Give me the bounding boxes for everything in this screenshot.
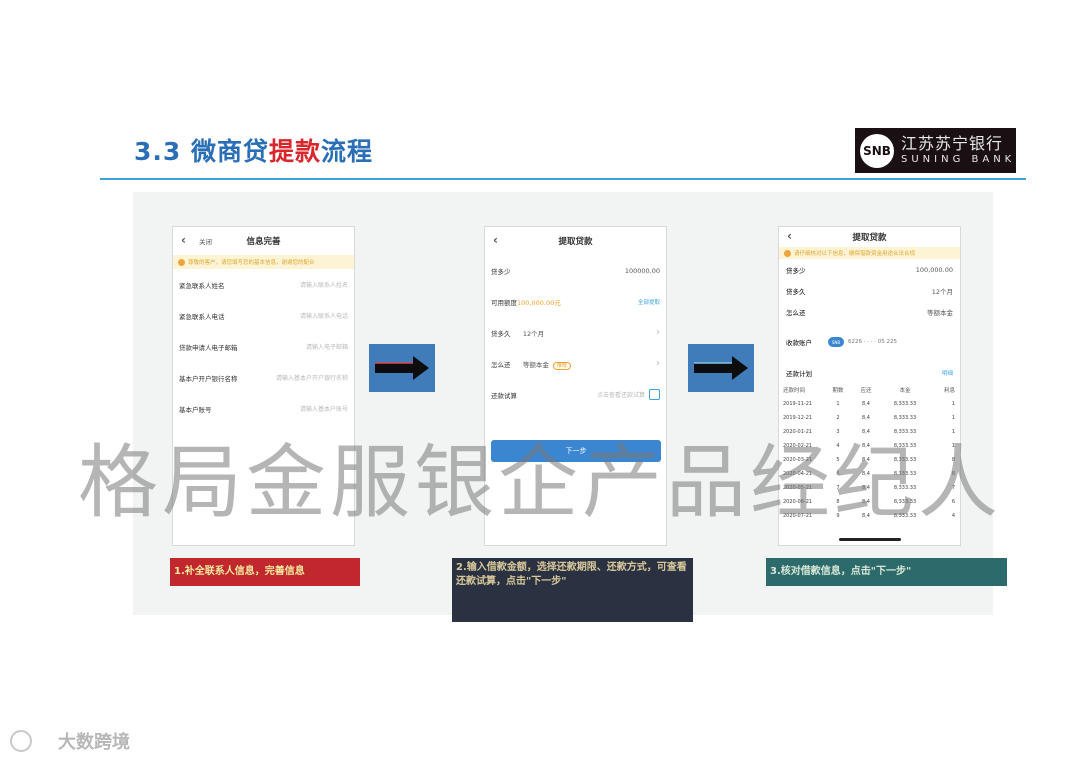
footer-brand: 大数跨境 <box>10 728 130 754</box>
term-row[interactable]: 贷多久 12个月 › <box>485 317 666 348</box>
back-icon[interactable]: ‹ <box>493 233 498 247</box>
bank-logo-icon: SNB <box>860 133 894 168</box>
field-label: 贷多久 <box>491 329 511 338</box>
withdraw-all-link[interactable]: 全部提取 <box>638 298 660 306</box>
account-row[interactable]: 收款账户 SNB 6226 · · · · 05 225 <box>779 322 960 362</box>
summary-row: 怎么还 等额本金 <box>779 301 960 322</box>
recommend-badge: 推荐 <box>552 361 571 370</box>
summary-row: 贷多久 12个月 <box>779 280 960 301</box>
title-part-highlight: 提款 <box>269 137 322 166</box>
field-label: 可用额度 <box>491 298 517 307</box>
screen-title: 提取贷款 <box>558 237 593 247</box>
close-button[interactable]: 关闭 <box>199 236 212 246</box>
field-label: 还款试算 <box>491 391 517 400</box>
form-row[interactable]: 基本户开户银行名称 请输入基本户开户银行名称 <box>173 362 354 393</box>
schedule-cell: 1 <box>836 401 840 407</box>
schedule-row: 2019-11-21 1 8,4 8,333.33 1 <box>779 397 960 411</box>
home-indicator <box>839 538 901 541</box>
schedule-cell: 2019-11-21 <box>783 401 813 407</box>
account-number: 6226 · · · · 05 225 <box>848 339 897 345</box>
field-input[interactable]: 请输入基本户开户银行名称 <box>276 373 348 382</box>
column-header: 还款时间 <box>783 388 806 394</box>
bank-logo: SNB 江苏苏宁银行 SUNING BANK <box>855 128 1016 173</box>
trial-calc-row[interactable]: 还款试算 点击查看还款试算 <box>485 379 666 410</box>
column-header: 期数 <box>832 388 844 394</box>
title-part-product: 微商贷 <box>191 137 270 166</box>
bank-name-en: SUNING BANK <box>901 154 1016 165</box>
form-row[interactable]: 紧急联系人电话 请输入联系人电话 <box>173 300 354 331</box>
chevron-right-icon: › <box>656 358 660 369</box>
field-label: 贷款申请人电子邮箱 <box>179 343 238 352</box>
field-label: 贷多少 <box>786 266 806 275</box>
field-label: 贷多少 <box>491 267 511 276</box>
arrow-right-icon <box>694 356 748 380</box>
notice-text: 请仔细核对以下信息，确保借款资金用途合法合规 <box>794 251 916 257</box>
amount-input[interactable]: 100000.00 <box>625 267 660 275</box>
step-caption-2: 2.输入借款金额，选择还款期限、还款方式，可查看还款试算，点击"下一步" <box>452 558 693 622</box>
back-icon[interactable]: ‹ <box>181 233 186 247</box>
notice-bar: 尊敬的客户，请您填写您的基本信息，谢谢您的配合 <box>173 255 354 269</box>
arrow-right-icon <box>375 356 429 380</box>
repay-method-row[interactable]: 怎么还 等额本金 推荐 › <box>485 348 666 379</box>
screen-title: 提取贷款 <box>852 233 887 243</box>
step-caption-1: 1.补全联系人信息，完善信息 <box>170 558 360 586</box>
screen-title: 信息完善 <box>246 237 281 247</box>
info-icon <box>784 249 791 257</box>
field-label: 紧急联系人电话 <box>179 312 225 321</box>
field-input[interactable]: 请输入电子邮箱 <box>306 342 348 351</box>
schedule-cell: 1 <box>951 401 955 407</box>
field-label: 收款账户 <box>786 339 812 347</box>
field-label: 紧急联系人姓名 <box>179 281 225 290</box>
amount-row[interactable]: 贷多少 100000.00 <box>485 255 666 286</box>
column-header: 利息 <box>943 388 955 394</box>
repay-method-value: 等额本金 <box>522 360 549 369</box>
calculator-icon[interactable] <box>649 389 660 400</box>
term-value: 12个月 <box>522 329 545 338</box>
footer-brand-name: 大数跨境 <box>58 732 130 753</box>
plan-detail-link[interactable]: 明细 <box>942 369 953 377</box>
field-value: 12个月 <box>931 287 953 296</box>
step-caption-3: 3.核对借款信息，点击"下一步" <box>766 558 1007 586</box>
field-label: 贷多久 <box>786 287 806 296</box>
slide-title: 3.3 微商贷提款流程 <box>134 132 373 168</box>
form-row[interactable]: 紧急联系人姓名 请输入联系人姓名 <box>173 269 354 300</box>
schedule-cell: 8,333.33 <box>893 401 917 407</box>
title-part-process: 流程 <box>321 137 374 166</box>
flow-arrow <box>688 344 754 392</box>
notice-bar: 请仔细核对以下信息，确保借款资金用途合法合规 <box>779 247 960 259</box>
column-header: 本金 <box>899 388 911 394</box>
chevron-right-icon: › <box>656 327 660 338</box>
field-input[interactable]: 请输入联系人姓名 <box>300 280 348 289</box>
form-row[interactable]: 贷款申请人电子邮箱 请输入电子邮箱 <box>173 331 354 362</box>
field-label: 基本户开户银行名称 <box>179 374 238 383</box>
bank-icon: SNB <box>828 337 844 347</box>
field-input[interactable]: 请输入基本户账号 <box>300 404 348 413</box>
field-label: 基本户账号 <box>179 405 212 414</box>
trial-calc-link[interactable]: 点击查看还款试算 <box>597 390 645 399</box>
title-number: 3.3 <box>134 137 182 166</box>
brand-logo-icon <box>10 730 32 752</box>
field-value: 等额本金 <box>927 308 953 317</box>
bank-name-cn: 江苏苏宁银行 <box>901 134 1004 153</box>
schedule-cell: 8,4 <box>862 401 870 407</box>
flow-arrow <box>369 344 435 392</box>
notice-text: 尊敬的客户，请您填写您的基本信息，谢谢您的配合 <box>188 260 315 266</box>
title-divider <box>100 178 1026 180</box>
back-icon[interactable]: ‹ <box>787 229 792 243</box>
field-label: 怎么还 <box>491 360 511 369</box>
watermark-text: 格局金服银企产品经纪人 <box>78 436 1002 529</box>
field-value: 100,000.00 <box>915 265 953 274</box>
column-header: 应还 <box>860 388 872 394</box>
field-input[interactable]: 请输入联系人电话 <box>300 311 348 320</box>
available-limit-row: 可用额度100,000.00元 全部提取 <box>485 286 666 317</box>
field-label: 怎么还 <box>786 308 806 317</box>
limit-value: 100,000.00元 <box>517 298 561 307</box>
info-icon <box>178 258 185 266</box>
schedule-header: 还款时间 期数 应还 本金 利息 <box>779 383 960 397</box>
plan-row: 还款计划 明细 <box>779 362 960 383</box>
summary-row: 贷多少 100,000.00 <box>779 259 960 280</box>
plan-label: 还款计划 <box>786 369 812 378</box>
